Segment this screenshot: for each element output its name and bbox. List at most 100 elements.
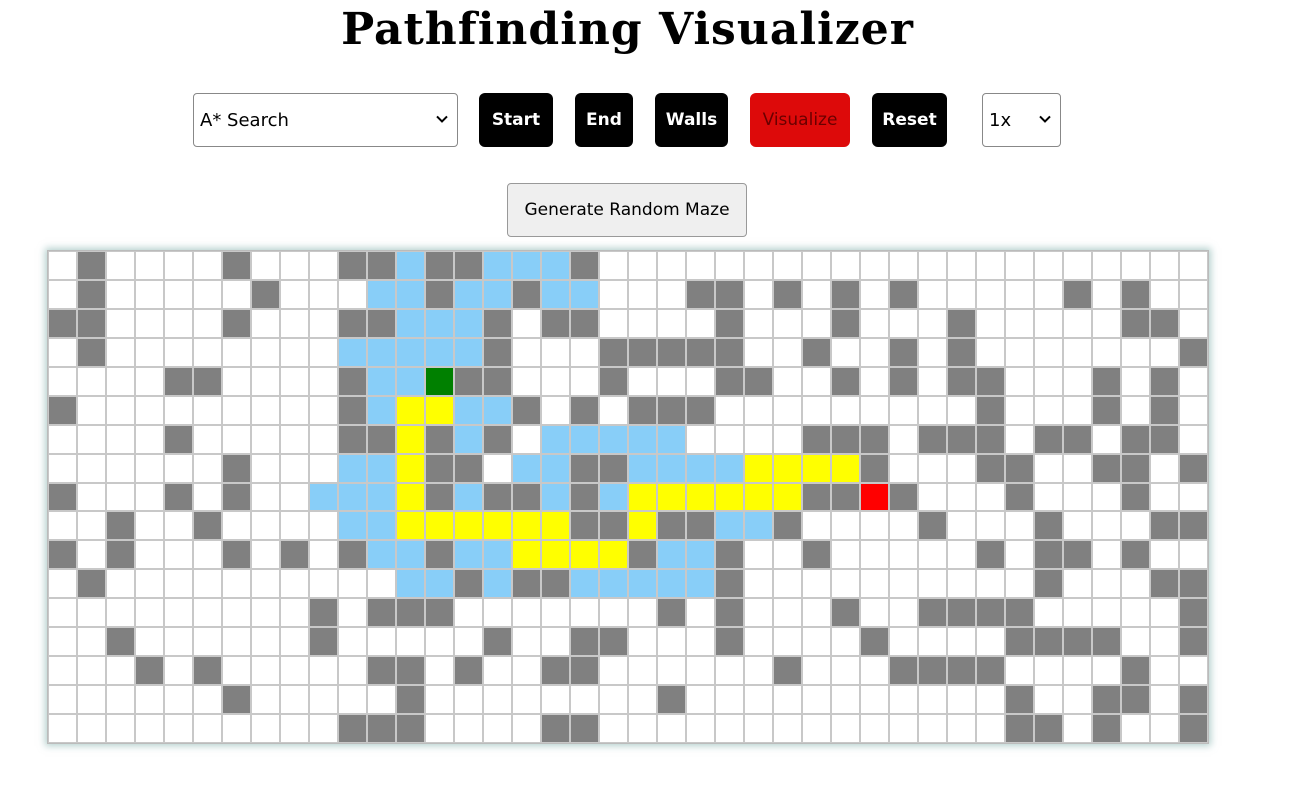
path-cell[interactable]: [599, 540, 628, 570]
wall-cell[interactable]: [396, 714, 425, 743]
empty-cell[interactable]: [1063, 598, 1092, 628]
empty-cell[interactable]: [976, 482, 1005, 512]
wall-cell[interactable]: [48, 540, 77, 570]
wall-cell[interactable]: [367, 656, 396, 686]
empty-cell[interactable]: [106, 366, 135, 396]
empty-cell[interactable]: [1034, 395, 1063, 425]
empty-cell[interactable]: [802, 714, 831, 743]
empty-cell[interactable]: [77, 627, 106, 657]
wall-cell[interactable]: [657, 511, 686, 541]
empty-cell[interactable]: [628, 627, 657, 657]
wall-cell[interactable]: [425, 279, 454, 309]
empty-cell[interactable]: [1005, 569, 1034, 599]
wall-cell[interactable]: [1179, 627, 1208, 657]
empty-cell[interactable]: [309, 337, 338, 367]
wall-cell[interactable]: [454, 453, 483, 483]
empty-cell[interactable]: [628, 656, 657, 686]
wall-cell[interactable]: [280, 540, 309, 570]
wall-cell[interactable]: [338, 714, 367, 743]
empty-cell[interactable]: [251, 366, 280, 396]
empty-cell[interactable]: [1121, 569, 1150, 599]
empty-cell[interactable]: [541, 627, 570, 657]
empty-cell[interactable]: [135, 598, 164, 628]
empty-cell[interactable]: [976, 279, 1005, 309]
wall-cell[interactable]: [512, 279, 541, 309]
wall-cell[interactable]: [831, 308, 860, 338]
visited-cell[interactable]: [715, 511, 744, 541]
empty-cell[interactable]: [309, 395, 338, 425]
empty-cell[interactable]: [802, 685, 831, 715]
visited-cell[interactable]: [425, 308, 454, 338]
empty-cell[interactable]: [570, 598, 599, 628]
empty-cell[interactable]: [715, 656, 744, 686]
visited-cell[interactable]: [483, 540, 512, 570]
empty-cell[interactable]: [309, 540, 338, 570]
wall-cell[interactable]: [1063, 540, 1092, 570]
wall-cell[interactable]: [1034, 424, 1063, 454]
empty-cell[interactable]: [280, 511, 309, 541]
wall-cell[interactable]: [947, 598, 976, 628]
empty-cell[interactable]: [135, 251, 164, 280]
empty-cell[interactable]: [1063, 395, 1092, 425]
empty-cell[interactable]: [860, 511, 889, 541]
wall-cell[interactable]: [686, 395, 715, 425]
empty-cell[interactable]: [1179, 656, 1208, 686]
path-cell[interactable]: [454, 511, 483, 541]
wall-cell[interactable]: [164, 366, 193, 396]
wall-cell[interactable]: [396, 598, 425, 628]
visited-cell[interactable]: [367, 540, 396, 570]
empty-cell[interactable]: [686, 366, 715, 396]
empty-cell[interactable]: [1092, 251, 1121, 280]
wall-cell[interactable]: [831, 598, 860, 628]
empty-cell[interactable]: [106, 337, 135, 367]
path-cell[interactable]: [831, 453, 860, 483]
wall-cell[interactable]: [570, 627, 599, 657]
wall-cell[interactable]: [338, 424, 367, 454]
empty-cell[interactable]: [918, 540, 947, 570]
wall-cell[interactable]: [106, 540, 135, 570]
empty-cell[interactable]: [686, 598, 715, 628]
wall-cell[interactable]: [918, 424, 947, 454]
wall-cell[interactable]: [309, 627, 338, 657]
empty-cell[interactable]: [48, 337, 77, 367]
empty-cell[interactable]: [106, 569, 135, 599]
wall-cell[interactable]: [947, 656, 976, 686]
visited-cell[interactable]: [628, 424, 657, 454]
visited-cell[interactable]: [367, 366, 396, 396]
visited-cell[interactable]: [541, 424, 570, 454]
empty-cell[interactable]: [802, 366, 831, 396]
empty-cell[interactable]: [744, 569, 773, 599]
wall-cell[interactable]: [599, 627, 628, 657]
empty-cell[interactable]: [193, 308, 222, 338]
empty-cell[interactable]: [338, 656, 367, 686]
path-cell[interactable]: [425, 395, 454, 425]
empty-cell[interactable]: [251, 685, 280, 715]
wall-cell[interactable]: [77, 251, 106, 280]
empty-cell[interactable]: [860, 656, 889, 686]
wall-cell[interactable]: [802, 424, 831, 454]
empty-cell[interactable]: [280, 569, 309, 599]
empty-cell[interactable]: [512, 424, 541, 454]
empty-cell[interactable]: [1121, 337, 1150, 367]
wall-cell[interactable]: [1005, 453, 1034, 483]
empty-cell[interactable]: [193, 685, 222, 715]
empty-cell[interactable]: [831, 714, 860, 743]
wall-cell[interactable]: [1063, 424, 1092, 454]
empty-cell[interactable]: [773, 308, 802, 338]
empty-cell[interactable]: [309, 569, 338, 599]
empty-cell[interactable]: [947, 714, 976, 743]
empty-cell[interactable]: [947, 627, 976, 657]
empty-cell[interactable]: [338, 279, 367, 309]
wall-cell[interactable]: [483, 366, 512, 396]
empty-cell[interactable]: [338, 685, 367, 715]
empty-cell[interactable]: [1092, 424, 1121, 454]
empty-cell[interactable]: [889, 685, 918, 715]
empty-cell[interactable]: [802, 598, 831, 628]
empty-cell[interactable]: [280, 453, 309, 483]
end-node[interactable]: [860, 482, 889, 512]
visited-cell[interactable]: [628, 569, 657, 599]
wall-cell[interactable]: [802, 540, 831, 570]
empty-cell[interactable]: [222, 337, 251, 367]
empty-cell[interactable]: [744, 251, 773, 280]
path-cell[interactable]: [541, 540, 570, 570]
